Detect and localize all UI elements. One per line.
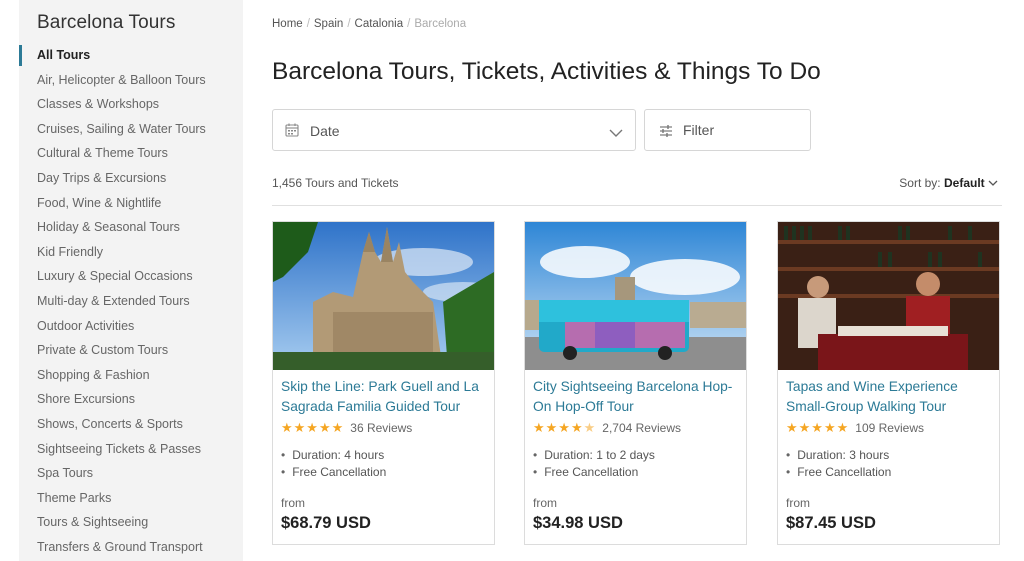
sidebar-item-sightseeing-tickets-passes[interactable]: Sightseeing Tickets & Passes (19, 437, 243, 462)
sidebar-item-cultural-theme-tours[interactable]: Cultural & Theme Tours (19, 141, 243, 166)
sidebar-item-food-wine-nightlife[interactable]: Food, Wine & Nightlife (19, 191, 243, 216)
tour-cancellation: Free Cancellation (533, 465, 638, 479)
chevron-down-icon (988, 176, 998, 190)
breadcrumb-separator: / (347, 18, 351, 30)
breadcrumb-spain[interactable]: Spain (314, 18, 343, 30)
breadcrumb: Home / Spain / Catalonia / Barcelona (272, 18, 466, 30)
tour-duration: Duration: 3 hours (786, 448, 889, 462)
sort-label: Sort by: (899, 176, 941, 190)
star-rating-icon: ★★★★★ (533, 420, 597, 435)
page-title: Barcelona Tours, Tickets, Activities & T… (272, 58, 821, 85)
tour-price: $87.45 USD (786, 514, 876, 532)
sidebar-item-theme-parks[interactable]: Theme Parks (19, 486, 243, 511)
sidebar-item-outdoor-activities[interactable]: Outdoor Activities (19, 314, 243, 339)
chevron-down-icon (609, 125, 623, 143)
price-prefix: from (281, 496, 305, 510)
star-rating-icon: ★★★★★ (281, 420, 345, 435)
sidebar-item-kid-friendly[interactable]: Kid Friendly (19, 240, 243, 265)
tour-title[interactable]: Tapas and Wine Experience Small-Group Wa… (786, 377, 996, 417)
sidebar-item-shore-excursions[interactable]: Shore Excursions (19, 387, 243, 412)
sidebar-item-cruises-sailing-water-tours[interactable]: Cruises, Sailing & Water Tours (19, 117, 243, 142)
tour-price: $68.79 USD (281, 514, 371, 532)
tour-card[interactable]: Tapas and Wine Experience Small-Group Wa… (777, 221, 1000, 545)
sidebar-item-luxury-special-occasions[interactable]: Luxury & Special Occasions (19, 264, 243, 289)
filter-label: Filter (683, 122, 715, 138)
tour-price: $34.98 USD (533, 514, 623, 532)
sidebar-item-transfers-ground-transport[interactable]: Transfers & Ground Transport (19, 535, 243, 560)
star-rating-icon: ★★★★★ (786, 420, 850, 435)
sidebar-item-multi-day-extended-tours[interactable]: Multi-day & Extended Tours (19, 289, 243, 314)
breadcrumb-catalonia[interactable]: Catalonia (355, 18, 404, 30)
tour-title[interactable]: City Sightseeing Barcelona Hop-On Hop-Of… (533, 377, 743, 417)
tour-card[interactable]: City Sightseeing Barcelona Hop-On Hop-Of… (524, 221, 747, 545)
breadcrumb-home[interactable]: Home (272, 18, 303, 30)
tour-cancellation: Free Cancellation (281, 465, 386, 479)
date-picker[interactable]: Date (272, 109, 636, 151)
sidebar-title: Barcelona Tours (37, 12, 176, 33)
sidebar-item-private-custom-tours[interactable]: Private & Custom Tours (19, 338, 243, 363)
tour-duration: Duration: 1 to 2 days (533, 448, 655, 462)
sidebar-item-spa-tours[interactable]: Spa Tours (19, 461, 243, 486)
sidebar-item-day-trips-excursions[interactable]: Day Trips & Excursions (19, 166, 243, 191)
tour-rating: ★★★★★ 36 Reviews (281, 420, 412, 436)
tour-duration: Duration: 4 hours (281, 448, 384, 462)
tour-photo (778, 222, 999, 370)
tour-photo (525, 222, 746, 370)
breadcrumb-separator: / (306, 18, 310, 30)
results-count: 1,456 Tours and Tickets (272, 176, 399, 190)
breadcrumb-barcelona: Barcelona (414, 18, 467, 30)
review-count: 2,704 Reviews (602, 421, 681, 435)
sidebar-item-shopping-fashion[interactable]: Shopping & Fashion (19, 363, 243, 388)
sidebar-item-tours-sightseeing[interactable]: Tours & Sightseeing (19, 510, 243, 535)
sidebar-item-all-tours[interactable]: All Tours (19, 43, 243, 68)
sidebar-item-air-helicopter-balloon-tours[interactable]: Air, Helicopter & Balloon Tours (19, 68, 243, 93)
tour-rating: ★★★★★ 109 Reviews (786, 420, 924, 436)
tour-card[interactable]: Skip the Line: Park Guell and La Sagrada… (272, 221, 495, 545)
sort-value: Default (943, 176, 985, 190)
sidebar-item-shows-concerts-sports[interactable]: Shows, Concerts & Sports (19, 412, 243, 437)
divider (272, 205, 1002, 206)
review-count: 109 Reviews (855, 421, 924, 435)
price-prefix: from (786, 496, 810, 510)
tour-cancellation: Free Cancellation (786, 465, 891, 479)
date-label: Date (310, 123, 340, 139)
category-list: All Tours Air, Helicopter & Balloon Tours… (19, 43, 243, 559)
price-prefix: from (533, 496, 557, 510)
category-sidebar: Barcelona Tours All Tours Air, Helicopter… (19, 0, 243, 561)
tour-rating: ★★★★★ 2,704 Reviews (533, 420, 681, 436)
filter-button[interactable]: Filter (644, 109, 811, 151)
sidebar-item-holiday-seasonal-tours[interactable]: Holiday & Seasonal Tours (19, 215, 243, 240)
tour-title[interactable]: Skip the Line: Park Guell and La Sagrada… (281, 377, 491, 417)
review-count: 36 Reviews (350, 421, 413, 435)
sliders-icon (659, 124, 673, 143)
tour-photo (273, 222, 494, 370)
calendar-icon (285, 123, 299, 142)
sidebar-item-classes-workshops[interactable]: Classes & Workshops (19, 92, 243, 117)
breadcrumb-separator: / (407, 18, 411, 30)
sort-dropdown[interactable]: Sort by: Default (899, 176, 998, 190)
